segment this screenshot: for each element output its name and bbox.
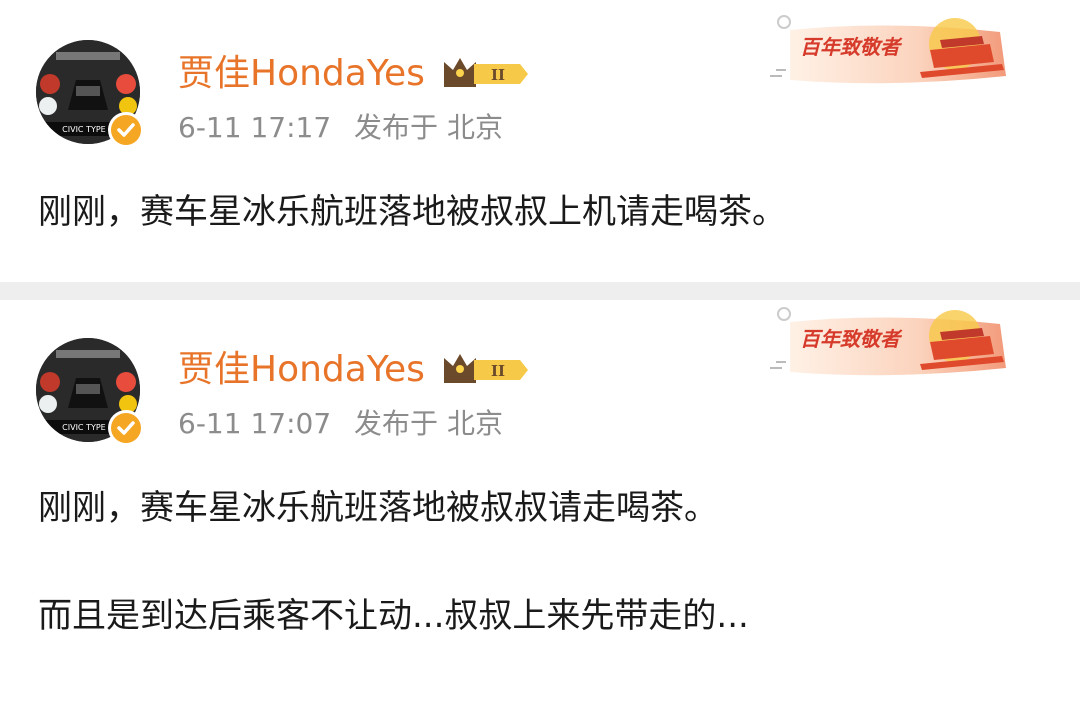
event-badge-text: 百年致敬者 — [800, 327, 903, 351]
post-location: 发布于 北京 — [354, 407, 503, 440]
centennial-badge-icon[interactable]: 百年致敬者 — [770, 10, 1020, 100]
verified-check-icon — [108, 112, 144, 148]
username[interactable]: 贾佳HondaYes — [178, 350, 425, 390]
post-content: 刚刚，赛车星冰乐航班落地被叔叔请走喝茶。 而且是到达后乘客不让动...叔叔上来先… — [38, 486, 749, 638]
post-time: 6-11 17:17 — [178, 111, 332, 144]
post-card[interactable]: CIVIC TYPE R 贾佳HondaYes II 6-11 17:17 发布… — [0, 0, 1080, 282]
vip-crown-badge[interactable]: II — [440, 348, 532, 390]
post-content-line: 而且是到达后乘客不让动...叔叔上来先带走的... — [38, 596, 749, 636]
vip-level: II — [491, 362, 505, 380]
post-content: 刚刚，赛车星冰乐航班落地被叔叔上机请走喝茶。 — [38, 190, 786, 234]
post-content-line: 刚刚，赛车星冰乐航班落地被叔叔请走喝茶。 — [38, 488, 718, 528]
centennial-badge-icon[interactable]: 百年致敬者 — [770, 302, 1020, 392]
vip-crown-badge[interactable]: II — [440, 52, 532, 94]
post-content-line: 刚刚，赛车星冰乐航班落地被叔叔上机请走喝茶。 — [38, 192, 786, 232]
vip-level: II — [491, 66, 505, 84]
username[interactable]: 贾佳HondaYes — [178, 54, 425, 94]
post-location: 发布于 北京 — [354, 111, 503, 144]
avatar-caption: CIVIC TYPE R — [62, 125, 114, 134]
avatar-caption: CIVIC TYPE R — [62, 423, 114, 432]
post-meta: 6-11 17:17 发布于 北京 — [178, 112, 517, 144]
event-badge-text: 百年致敬者 — [800, 35, 903, 59]
post-meta: 6-11 17:07 发布于 北京 — [178, 408, 517, 440]
verified-check-icon — [108, 410, 144, 446]
post-time: 6-11 17:07 — [178, 407, 332, 440]
post-separator — [0, 282, 1080, 300]
post-card[interactable]: CIVIC TYPE R 贾佳HondaYes II 6-11 17:07 发布… — [0, 300, 1080, 704]
